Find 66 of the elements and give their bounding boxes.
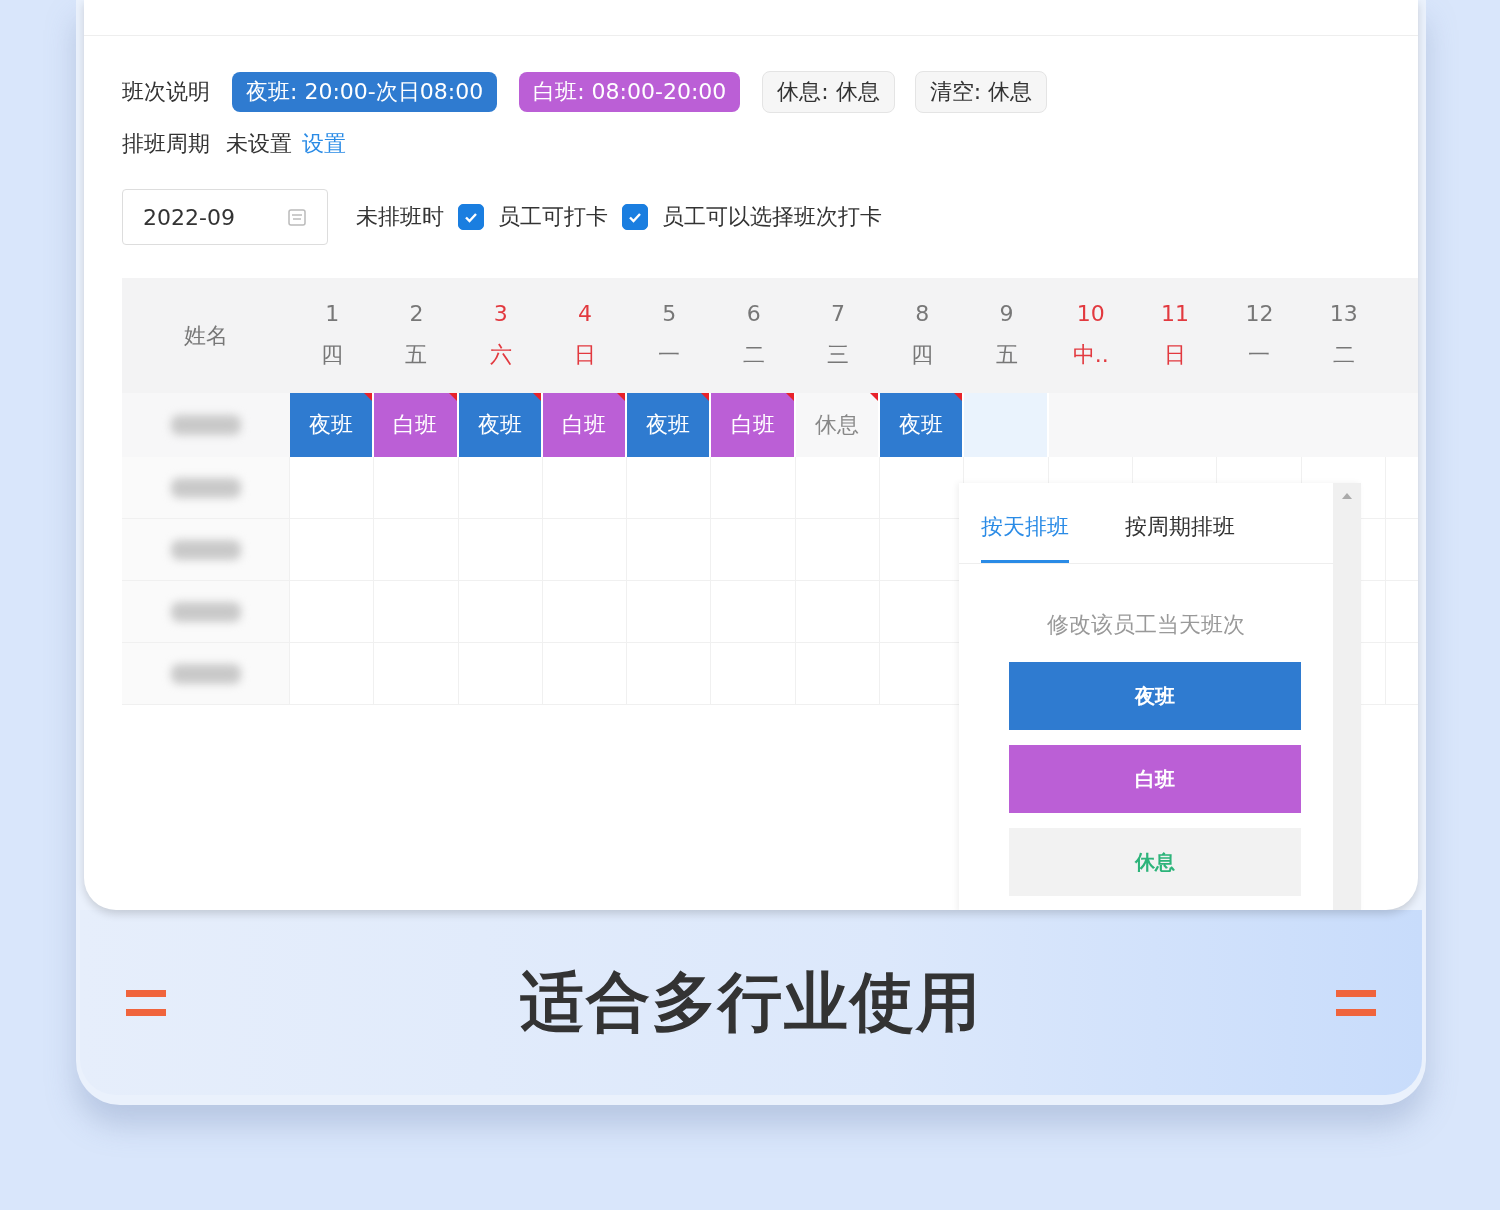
legend-label: 班次说明 bbox=[122, 78, 210, 106]
weekday-label: 六 bbox=[489, 341, 512, 369]
day-number: 3 bbox=[493, 301, 508, 326]
day-number: 5 bbox=[662, 301, 677, 326]
weekday-label: 一 bbox=[658, 341, 681, 369]
column-header: 姓名 bbox=[122, 278, 290, 393]
shift-cell[interactable]: 白班 bbox=[374, 393, 457, 457]
blurred-name bbox=[170, 539, 241, 560]
month-field[interactable]: 2022-09 bbox=[122, 189, 328, 245]
weekday-label: 日 bbox=[574, 341, 597, 369]
scroll-up-icon[interactable] bbox=[1342, 493, 1352, 499]
shift-cell[interactable]: 夜班 bbox=[627, 393, 710, 457]
tab[interactable]: 按天排班 bbox=[981, 512, 1069, 563]
shift-tag: 清空: 休息 bbox=[914, 71, 1048, 113]
day-number: 13 bbox=[1329, 301, 1358, 326]
shift-tag: 休息: 休息 bbox=[762, 71, 895, 113]
weekday-label: 五 bbox=[405, 341, 428, 369]
shift-cell[interactable]: 夜班 bbox=[290, 393, 373, 457]
toolbar-label: 未排班时 bbox=[356, 203, 444, 231]
day-number: 2 bbox=[409, 301, 424, 326]
checkbox[interactable] bbox=[622, 204, 648, 230]
shift-cell[interactable]: 夜班 bbox=[880, 393, 963, 457]
banner-title: 适合多行业使用 bbox=[520, 964, 982, 1041]
weekday-label: 三 bbox=[826, 341, 849, 369]
weekday-label: 二 bbox=[1332, 341, 1355, 369]
weekday-label: 二 bbox=[742, 341, 765, 369]
day-number: 12 bbox=[1245, 301, 1274, 326]
weekday-label: 中.. bbox=[1072, 341, 1109, 369]
day-number: 11 bbox=[1161, 301, 1190, 326]
checkbox-label: 员工可打卡 bbox=[498, 203, 608, 231]
shift-option-button[interactable]: 休息 bbox=[1009, 828, 1301, 896]
blurred-name bbox=[170, 663, 241, 684]
day-number: 4 bbox=[578, 301, 593, 326]
shift-tag: 夜班: 20:00-次日08:00 bbox=[232, 72, 498, 112]
day-number: 7 bbox=[830, 301, 845, 326]
day-number: 8 bbox=[915, 301, 930, 326]
shift-tag: 白班: 08:00-20:00 bbox=[519, 72, 741, 112]
shift-option-button[interactable]: 白班 bbox=[1009, 745, 1301, 813]
weekday-label: 四 bbox=[321, 341, 344, 369]
weekday-label: 五 bbox=[995, 341, 1018, 369]
cycle-value: 未设置 bbox=[226, 130, 292, 158]
calendar-icon bbox=[287, 207, 307, 227]
checkbox-label: 员工可以选择班次打卡 bbox=[662, 203, 882, 231]
shift-cell[interactable]: 白班 bbox=[542, 393, 626, 457]
popup-hint: 修改该员工当天班次 bbox=[1046, 611, 1246, 639]
day-number: 10 bbox=[1076, 301, 1105, 326]
blurred-name bbox=[170, 477, 241, 498]
shift-cell[interactable]: 夜班 bbox=[458, 393, 541, 457]
blurred-name bbox=[170, 601, 241, 622]
settings-link[interactable]: 设置 bbox=[302, 129, 346, 159]
cycle-label: 排班周期 bbox=[122, 130, 210, 158]
day-number: 6 bbox=[746, 301, 761, 326]
day-number: 1 bbox=[325, 301, 340, 326]
scrollbar[interactable] bbox=[1333, 483, 1361, 910]
weekday-label: 日 bbox=[1164, 341, 1187, 369]
weekday-label: 一 bbox=[1248, 341, 1271, 369]
shift-option-button[interactable]: 夜班 bbox=[1009, 662, 1301, 730]
equals-icon bbox=[126, 989, 166, 1016]
shift-cell[interactable]: 休息 bbox=[795, 393, 879, 457]
blurred-name bbox=[171, 415, 241, 435]
checkbox[interactable] bbox=[458, 204, 484, 230]
day-number: 9 bbox=[999, 301, 1014, 326]
tab[interactable]: 按周期排班 bbox=[1125, 512, 1235, 563]
shift-cell[interactable]: 白班 bbox=[711, 393, 794, 457]
equals-icon bbox=[1336, 989, 1376, 1016]
weekday-label: 四 bbox=[911, 341, 934, 369]
